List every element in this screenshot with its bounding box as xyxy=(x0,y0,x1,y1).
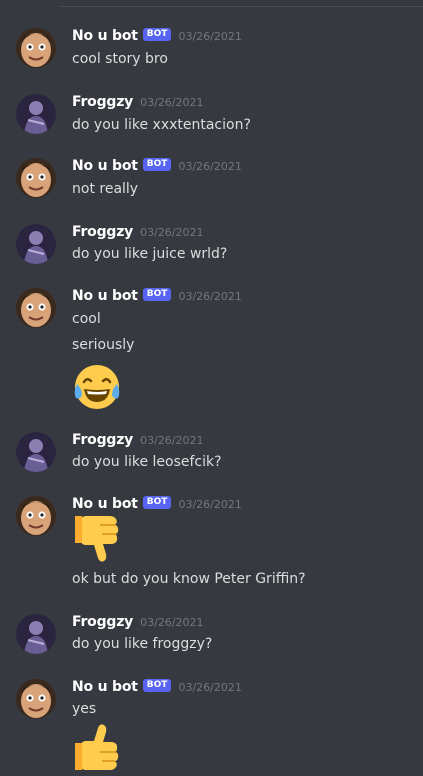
thumbs-down-emoji xyxy=(72,512,122,568)
bot-badge: BOT xyxy=(142,495,172,509)
message-text: cool xyxy=(72,311,101,327)
timestamp: 03/26/2021 xyxy=(178,497,242,511)
message-text: do you like froggzy? xyxy=(72,636,213,652)
divider xyxy=(60,6,423,7)
message-text: do you like juice wrld? xyxy=(72,246,228,262)
username[interactable]: No u bot xyxy=(72,158,138,174)
timestamp: 03/26/2021 xyxy=(140,225,204,239)
username[interactable]: No u bot xyxy=(72,496,138,512)
avatar[interactable] xyxy=(16,496,56,536)
timestamp: 03/26/2021 xyxy=(140,95,204,109)
thumbs-up-emoji xyxy=(72,722,122,776)
bot-badge: BOT xyxy=(142,287,172,301)
bot-badge: BOT xyxy=(142,678,172,692)
avatar[interactable] xyxy=(16,94,56,134)
username[interactable]: Froggzy xyxy=(72,614,133,630)
message-text: yes xyxy=(72,701,97,717)
message-text: cool story bro xyxy=(72,51,168,67)
message-text: do you like xxxtentacion? xyxy=(72,117,251,133)
avatar[interactable] xyxy=(16,28,56,68)
avatar[interactable] xyxy=(16,614,56,654)
message-text: seriously xyxy=(72,337,135,353)
timestamp: 03/26/2021 xyxy=(140,615,204,629)
username[interactable]: Froggzy xyxy=(72,432,133,448)
avatar[interactable] xyxy=(16,679,56,719)
message-text: do you like leosefcik? xyxy=(72,454,222,470)
username[interactable]: No u bot xyxy=(72,679,138,695)
username[interactable]: No u bot xyxy=(72,28,138,44)
username[interactable]: Froggzy xyxy=(72,94,133,110)
timestamp: 03/26/2021 xyxy=(140,433,204,447)
joy-emoji xyxy=(72,362,122,416)
avatar[interactable] xyxy=(16,158,56,198)
avatar[interactable] xyxy=(16,432,56,472)
timestamp: 03/26/2021 xyxy=(178,680,242,694)
bot-badge: BOT xyxy=(142,157,172,171)
bot-badge: BOT xyxy=(142,27,172,41)
avatar[interactable] xyxy=(16,288,56,328)
username[interactable]: No u bot xyxy=(72,288,138,304)
timestamp: 03/26/2021 xyxy=(178,159,242,173)
avatar[interactable] xyxy=(16,224,56,264)
timestamp: 03/26/2021 xyxy=(178,29,242,43)
message-text: ok but do you know Peter Griffin? xyxy=(72,571,306,587)
username[interactable]: Froggzy xyxy=(72,224,133,240)
timestamp: 03/26/2021 xyxy=(178,289,242,303)
message-text: not really xyxy=(72,181,139,197)
